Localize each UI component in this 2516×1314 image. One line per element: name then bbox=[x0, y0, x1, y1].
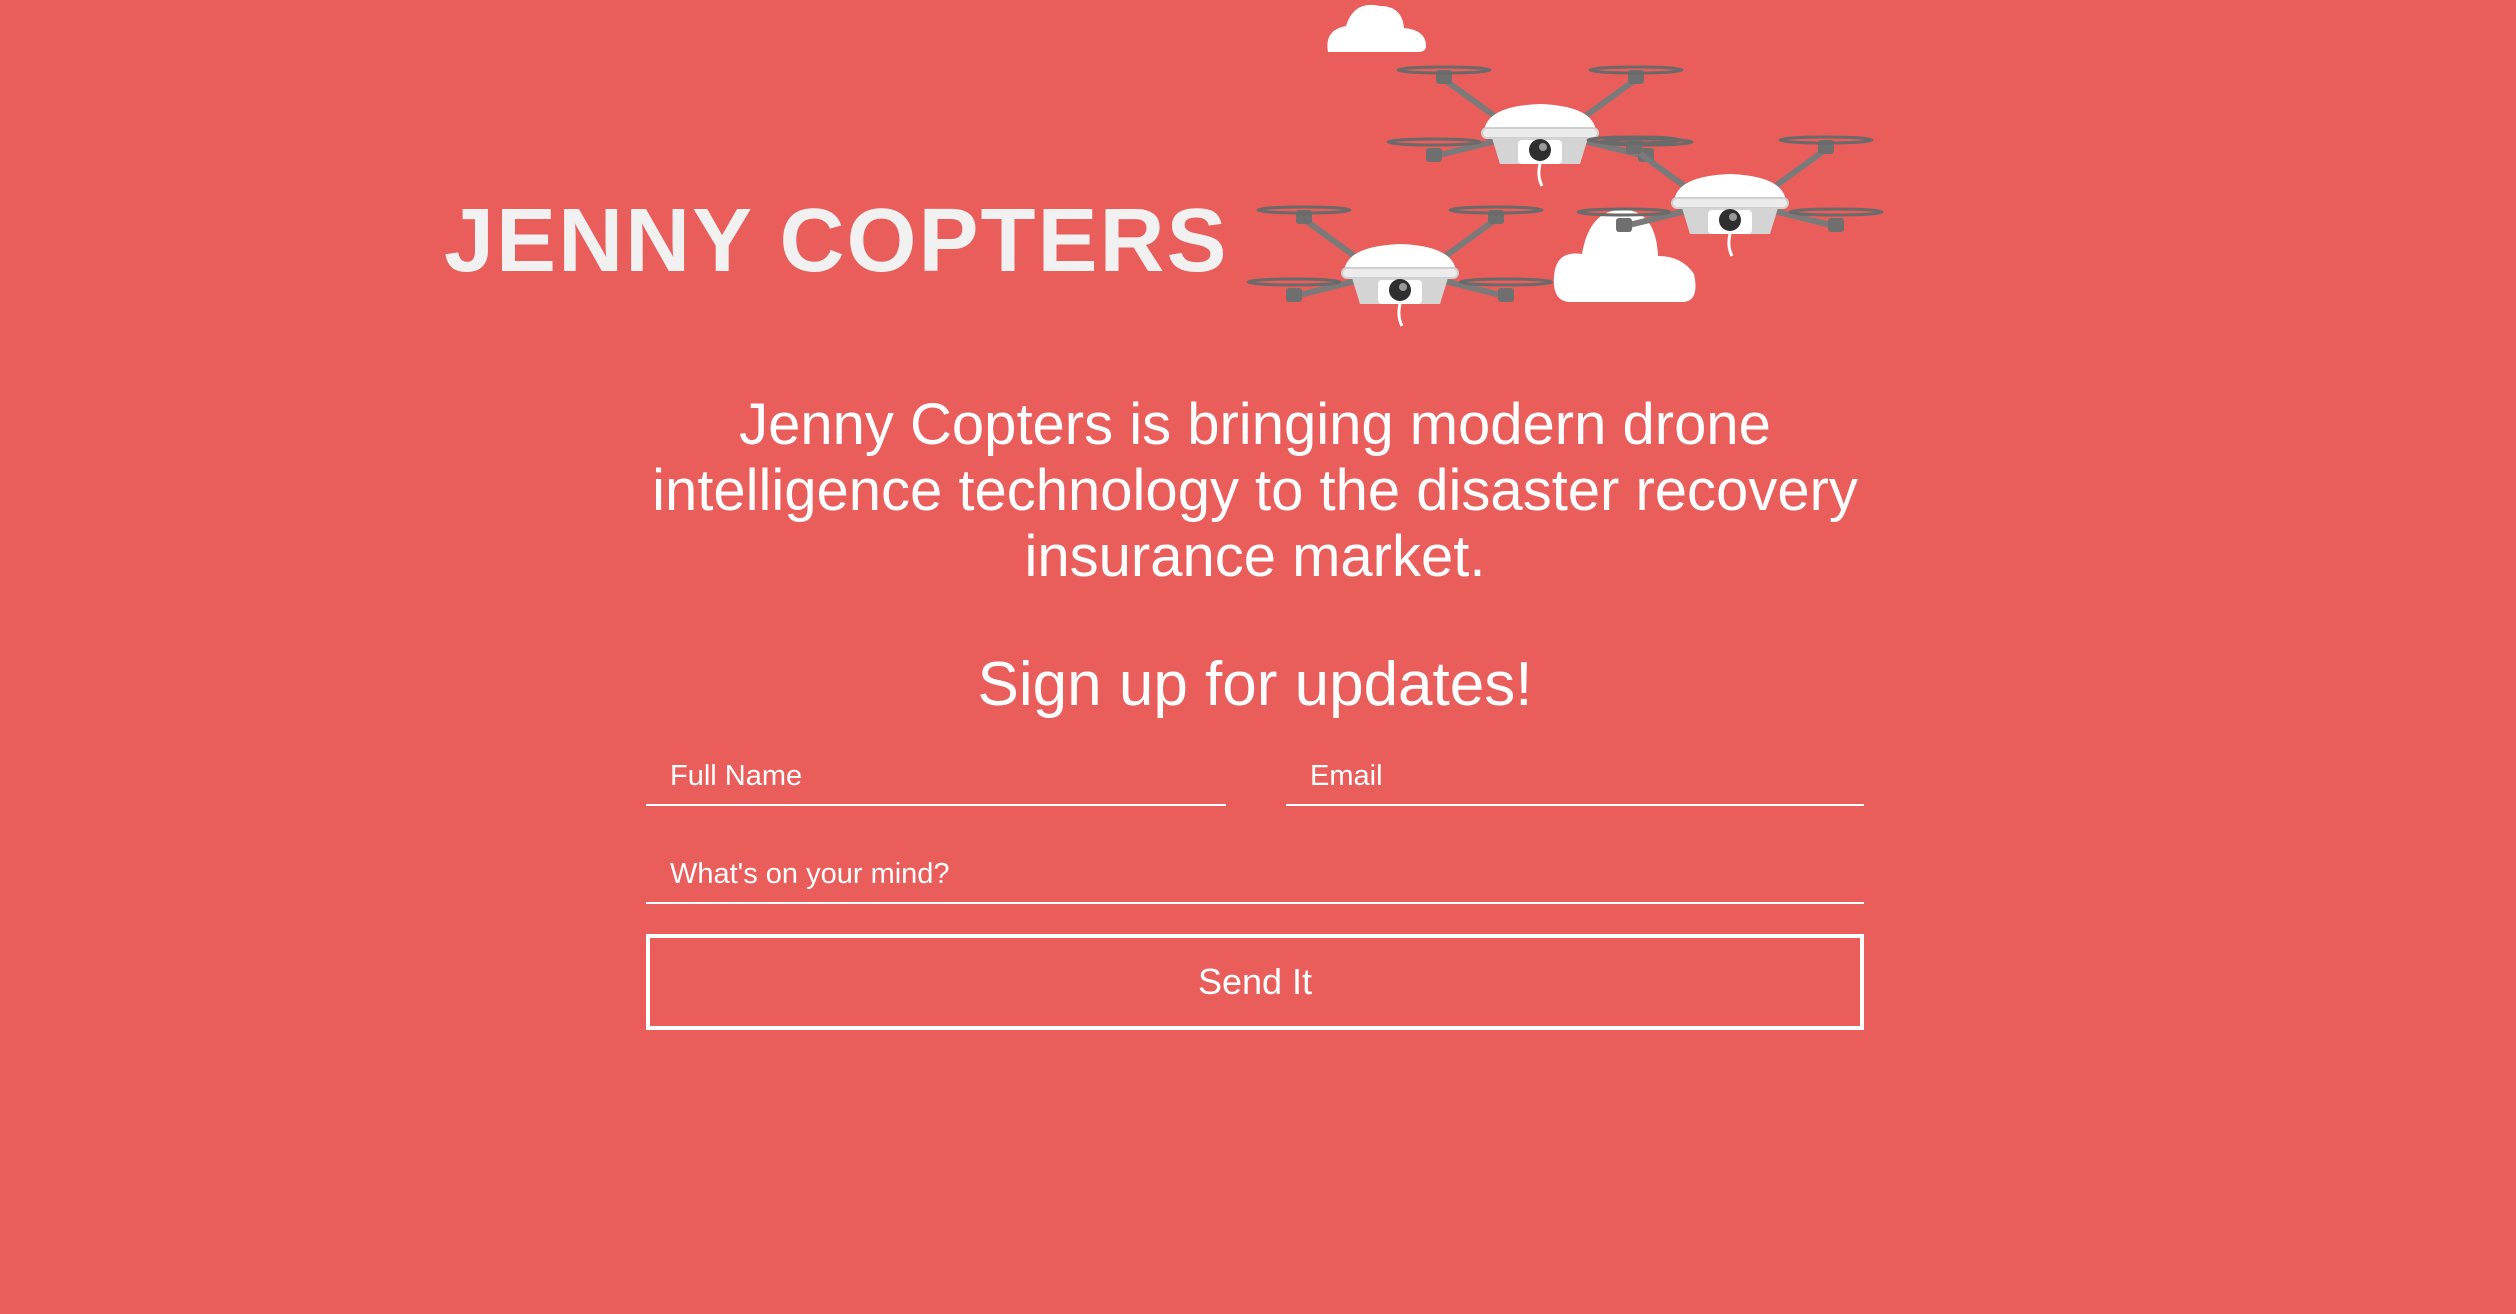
logo-wordmark: JENNY COPTERS bbox=[444, 191, 1229, 291]
message-input[interactable] bbox=[646, 846, 1864, 904]
full-name-input[interactable] bbox=[646, 748, 1226, 806]
drone-icon bbox=[1246, 205, 1554, 327]
tagline: Jenny Copters is bringing modern drone i… bbox=[652, 392, 1858, 589]
site-header: JENNY COPTERS bbox=[0, 0, 2516, 360]
email-input[interactable] bbox=[1286, 748, 1864, 806]
drone-icon bbox=[1386, 65, 1694, 187]
signup-heading: Sign up for updates! bbox=[977, 650, 1533, 719]
send-button[interactable]: Send It bbox=[646, 934, 1864, 1030]
cloud-icon bbox=[1327, 4, 1426, 52]
drone-illustration bbox=[1246, 4, 1884, 327]
